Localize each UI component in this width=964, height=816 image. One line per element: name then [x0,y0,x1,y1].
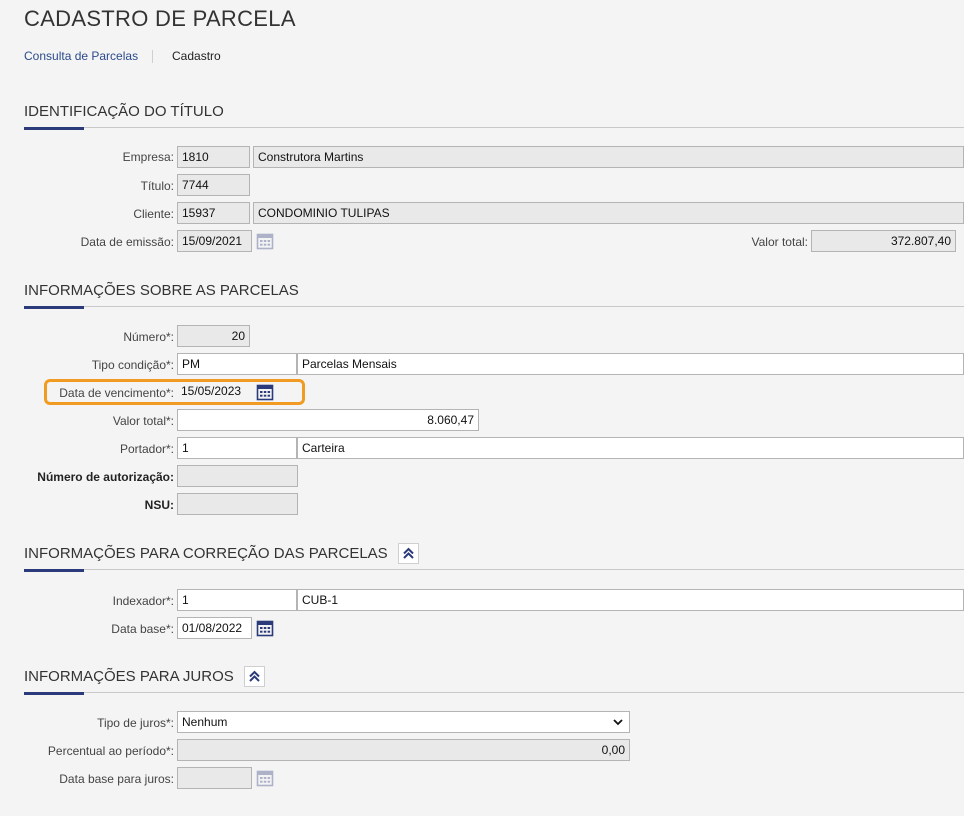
chevron-down-icon [613,719,623,726]
chevron-up-double-icon [402,547,414,559]
percentual-label: Percentual ao período*: [47,744,174,758]
section-divider [24,127,964,128]
empresa-code-field: 1810 [177,146,250,168]
data-vencimento-label: Data de vencimento*: [59,386,174,400]
data-base-juros-label: Data base para juros: [59,772,174,786]
section-accent [24,306,84,309]
calendar-icon [255,768,275,788]
section-title-correcao: INFORMAÇÕES PARA CORREÇÃO DAS PARCELAS [24,543,419,564]
data-vencimento-input[interactable]: 15/05/2023 [177,381,252,403]
portador-label: Portador*: [119,442,174,456]
data-base-juros-field [177,767,252,789]
breadcrumb-separator [152,50,153,63]
numero-label: Número*: [123,330,174,344]
section-divider [24,569,964,570]
titulo-field: 7744 [177,174,250,196]
collapse-juros-button[interactable] [243,666,265,687]
indexador-label: Indexador*: [112,594,174,608]
tipo-juros-label: Tipo de juros*: [97,716,174,730]
numero-autorizacao-field [177,465,298,487]
calendar-icon[interactable] [255,382,275,402]
data-emissao-label: Data de emissão: [80,235,174,249]
nsu-label: NSU: [144,498,174,512]
cliente-code-field: 15937 [177,202,250,224]
calendar-icon[interactable] [255,618,275,638]
valor-total-parcela-input[interactable]: 8.060,47 [177,409,479,431]
valor-total-titulo-label: Valor total: [751,235,808,249]
tipo-condicao-label: Tipo condição*: [91,358,174,372]
section-title-text: IDENTIFICAÇÃO DO TÍTULO [24,103,224,120]
numero-field: 20 [177,325,250,347]
section-title-juros: INFORMAÇÕES PARA JUROS [24,666,265,687]
breadcrumb-link-consulta[interactable]: Consulta de Parcelas [24,49,138,63]
valor-total-titulo-field: 372.807,40 [811,230,956,252]
section-title-text: INFORMAÇÕES SOBRE AS PARCELAS [24,282,299,299]
section-accent [24,569,84,572]
tipo-condicao-name-field[interactable]: Parcelas Mensais [297,353,964,375]
section-divider [24,692,964,693]
collapse-correcao-button[interactable] [397,543,419,564]
nsu-field [177,493,298,515]
data-base-input[interactable]: 01/08/2022 [177,617,252,639]
section-title-text: INFORMAÇÕES PARA JUROS [24,668,234,685]
page-title: CADASTRO DE PARCELA [24,6,296,31]
breadcrumb-current: Cadastro [172,49,221,63]
section-title-parcelas: INFORMAÇÕES SOBRE AS PARCELAS [24,282,299,299]
section-divider [24,306,964,307]
tipo-juros-value: Nenhum [182,715,228,729]
tipo-condicao-code-input[interactable]: PM [177,353,297,375]
section-title-text: INFORMAÇÕES PARA CORREÇÃO DAS PARCELAS [24,545,388,562]
valor-total-parcela-label: Valor total*: [112,414,174,428]
numero-autorizacao-label: Número de autorização: [37,470,174,484]
cliente-name-field: CONDOMINIO TULIPAS [253,202,964,224]
section-title-identificacao: IDENTIFICAÇÃO DO TÍTULO [24,103,224,120]
empresa-label: Empresa: [122,150,174,164]
portador-name-field[interactable]: Carteira [297,437,964,459]
portador-code-input[interactable]: 1 [177,437,297,459]
indexador-code-input[interactable]: 1 [177,589,297,611]
percentual-field: 0,00 [177,739,630,761]
tipo-juros-select[interactable]: Nenhum [177,711,630,733]
data-base-label: Data base*: [111,622,174,636]
indexador-name-field[interactable]: CUB-1 [297,589,964,611]
chevron-up-double-icon [249,670,260,682]
calendar-icon [255,231,275,251]
data-emissao-field: 15/09/2021 [177,230,252,252]
titulo-label: Título: [140,179,174,193]
section-accent [24,127,84,130]
section-accent [24,692,84,695]
empresa-name-field: Construtora Martins [253,146,964,168]
cliente-label: Cliente: [133,207,174,221]
